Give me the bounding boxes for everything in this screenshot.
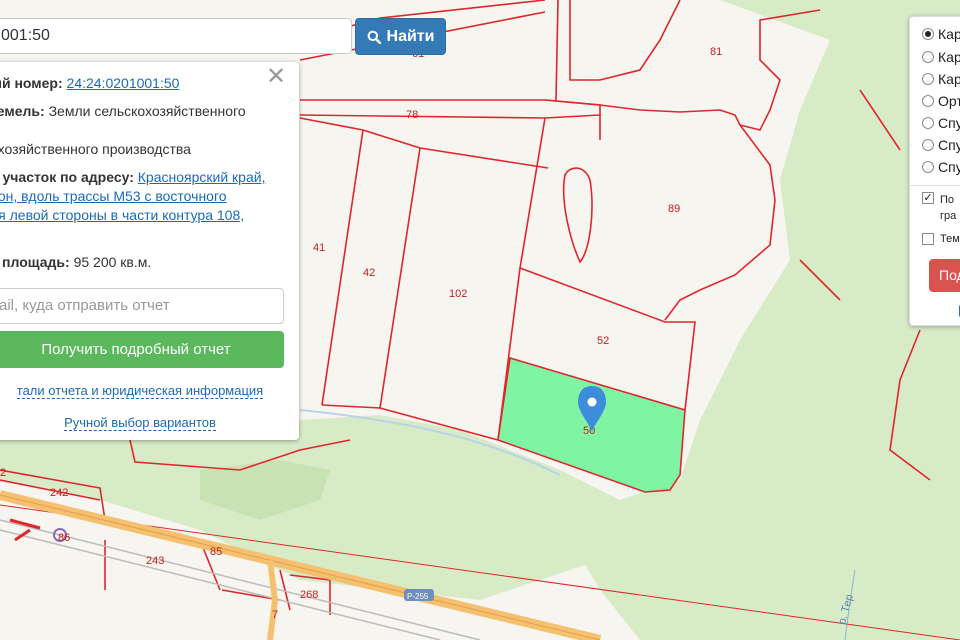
area-value: 95 200 кв.м. (73, 254, 152, 270)
layer-option-label: Орт (938, 93, 960, 109)
boundaries-checkbox-label: По гра (940, 194, 957, 222)
land-category-label: земель: (0, 103, 45, 119)
layer-option-label: Кар (938, 49, 960, 65)
layer-option[interactable]: Кар (922, 24, 960, 44)
radio-icon[interactable] (922, 117, 934, 129)
theme-checkbox-label: Тем (940, 233, 960, 245)
address-link-line[interactable]: ля левой стороны в части контура 108, (0, 206, 290, 225)
address-link-line[interactable]: йон, вдоль трассы М53 с восточного (0, 187, 290, 206)
get-report-button[interactable]: Получить подробный отчет (0, 331, 284, 368)
address-row: й участок по адресу: Красноярский край, (0, 168, 290, 187)
cadastral-number-link[interactable]: 24:24:0201001:50 (67, 75, 180, 91)
layer-option[interactable]: Кар (922, 69, 960, 89)
search-box[interactable] (0, 18, 352, 54)
manual-selection-link[interactable]: Ручной выбор вариантов (0, 415, 290, 431)
radio-icon[interactable] (922, 139, 934, 151)
land-category-row: земель: Земли сельскохозяйственного (0, 102, 290, 121)
radio-icon[interactable] (922, 95, 934, 107)
checkbox-checked-icon[interactable]: ✓ (922, 192, 934, 204)
layer-option[interactable]: Спу (922, 135, 960, 155)
radio-icon[interactable] (922, 51, 934, 63)
parcel-label: 2 (0, 467, 6, 479)
land-category-value: Земли сельскохозяйственного (48, 103, 246, 119)
parcel-label: 52 (597, 335, 609, 347)
parcel-label: 85 (210, 546, 222, 558)
parcel-label: 81 (710, 46, 722, 58)
cadastral-number-label: ый номер: (0, 75, 63, 91)
layer-option-label: Спу (938, 115, 960, 131)
parcel-label: 78 (406, 109, 418, 121)
radio-icon[interactable] (922, 161, 934, 173)
checkbox-icon[interactable] (922, 233, 934, 245)
parcel-label: 242 (50, 487, 68, 499)
parcel-info-panel: ✕ ый номер: 24:24:0201001:50 земель: Зем… (0, 62, 299, 440)
parcel-label: 41 (313, 242, 325, 254)
parcel-label: 268 (300, 589, 318, 601)
layer-panel-red-button[interactable]: Под (929, 259, 960, 292)
road-label: Р-255 (407, 592, 429, 601)
layer-option-label: Спу (938, 159, 960, 175)
radio-icon[interactable] (922, 73, 934, 85)
cadastral-number-row: ый номер: 24:24:0201001:50 (0, 74, 290, 93)
area-row: я площадь: 95 200 кв.м. (0, 253, 290, 272)
search-button-label: Найти (386, 27, 435, 45)
boundaries-checkbox-row[interactable]: ✓ По гра (922, 192, 960, 226)
parcel-label: 7 (272, 609, 278, 621)
layer-option[interactable]: Спу (922, 157, 960, 177)
search-icon (367, 30, 381, 44)
email-field[interactable]: ail, куда отправить отчет (0, 288, 284, 324)
layer-option-label: Спу (938, 137, 960, 153)
parcel-label: 89 (668, 203, 680, 215)
theme-checkbox-row[interactable]: Тем (922, 229, 960, 249)
parcel-label: 102 (449, 288, 467, 300)
parcel-label: 42 (363, 267, 375, 279)
divider (910, 185, 960, 186)
layer-option[interactable]: Спу (922, 113, 960, 133)
layer-switcher: Кар Кар Кар Орт Спу Спу Спу ✓ Погра Тем … (909, 16, 960, 326)
report-details-link-text[interactable]: тали отчета и юридическая информация (16, 383, 264, 399)
parcel-label: 86 (58, 532, 70, 544)
land-category-value-cont: охозяйственного производства (0, 141, 191, 157)
search-button[interactable]: Найти (355, 18, 446, 55)
layer-option-label: Кар (938, 26, 960, 42)
manual-selection-link-text[interactable]: Ручной выбор вариантов (64, 415, 216, 431)
address-link-line[interactable]: 5 (0, 225, 290, 244)
address-label: й участок по адресу: (0, 169, 134, 185)
layer-option-label: Кар (938, 71, 960, 87)
layer-option[interactable]: Кар (922, 47, 960, 67)
radio-selected-icon[interactable] (922, 28, 934, 40)
search-input[interactable] (0, 19, 351, 53)
parcel-label: 243 (146, 555, 164, 567)
layer-option[interactable]: Орт (922, 91, 960, 111)
area-label: я площадь: (0, 254, 70, 270)
address-link[interactable]: Красноярский край, (138, 169, 266, 185)
report-details-link[interactable]: тали отчета и юридическая информация (0, 383, 290, 399)
